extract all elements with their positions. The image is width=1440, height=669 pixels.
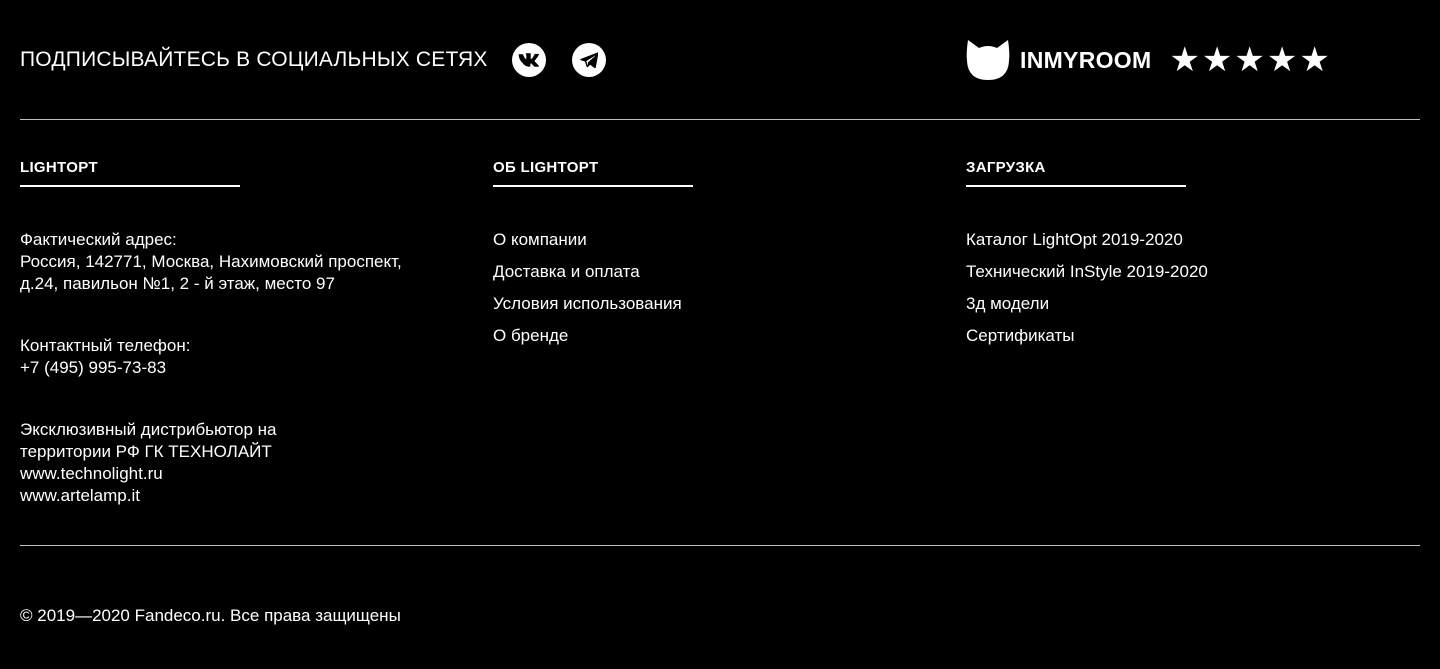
delivery-payment-link[interactable]: Доставка и оплата — [493, 262, 640, 281]
site-footer: ПОДПИСЫВАЙТЕСЬ В СОЦИАЛЬНЫХ СЕТЯХ INMYRO… — [0, 0, 1440, 669]
list-item: О компании — [493, 229, 943, 251]
column-lightopt: LIGHTOPT Фактический адрес: Россия, 1427… — [20, 158, 470, 507]
address-block: Фактический адрес: Россия, 142771, Москв… — [20, 229, 470, 295]
distributor-text: Эксклюзивный дистрибьютор на — [20, 420, 277, 439]
list-item: О бренде — [493, 325, 943, 347]
telegram-glyph — [579, 52, 598, 68]
bottom-divider — [20, 545, 1420, 546]
technolight-link[interactable]: www.technolight.ru — [20, 463, 470, 485]
3d-models-link[interactable]: 3д модели — [966, 294, 1049, 313]
phone-block: Контактный телефон: +7 (495) 995-73-83 — [20, 335, 470, 379]
column-downloads: ЗАГРУЗКА Каталог LightOpt 2019-2020 Техн… — [966, 158, 1416, 357]
top-divider — [20, 119, 1420, 120]
distributor-block: Эксклюзивный дистрибьютор на территории … — [20, 419, 470, 507]
vk-icon[interactable] — [511, 43, 546, 77]
terms-of-use-link[interactable]: Условия использования — [493, 294, 682, 313]
list-item: Условия использования — [493, 293, 943, 315]
artelamp-link[interactable]: www.artelamp.it — [20, 485, 470, 507]
inmyroom-badge[interactable]: INMYROOM ★★★★★ — [966, 38, 1332, 82]
brand-name: INMYROOM — [1020, 46, 1152, 73]
social-label: ПОДПИСЫВАЙТЕСЬ В СОЦИАЛЬНЫХ СЕТЯХ — [20, 48, 488, 71]
copyright-text: © 2019—2020 Fandeco.ru. Все права защище… — [20, 606, 401, 625]
list-item: Каталог LightOpt 2019-2020 — [966, 229, 1416, 251]
title-underline — [493, 185, 693, 187]
address-label: Фактический адрес: — [20, 230, 177, 249]
contact-info: Фактический адрес: Россия, 142771, Москв… — [20, 229, 470, 507]
list-item: 3д модели — [966, 293, 1416, 315]
column-title: ОБ LIGHTOPT — [493, 159, 599, 176]
social-bar: ПОДПИСЫВАЙТЕСЬ В СОЦИАЛЬНЫХ СЕТЯХ — [20, 40, 606, 80]
telegram-icon[interactable] — [571, 43, 606, 77]
column-title: ЗАГРУЗКА — [966, 159, 1046, 176]
phone-link[interactable]: +7 (495) 995-73-83 — [20, 357, 470, 379]
list-item: Технический InStyle 2019-2020 — [966, 261, 1416, 283]
about-brand-link[interactable]: О бренде — [493, 326, 568, 345]
catalog-link[interactable]: Каталог LightOpt 2019-2020 — [966, 230, 1183, 249]
download-links: Каталог LightOpt 2019-2020 Технический I… — [966, 229, 1416, 347]
distributor-text: территории РФ ГК ТЕХНОЛАЙТ — [20, 442, 272, 461]
certificates-link[interactable]: Сертификаты — [966, 326, 1074, 345]
list-item: Сертификаты — [966, 325, 1416, 347]
rating-stars: ★★★★★ — [1169, 41, 1332, 79]
cat-head-icon — [966, 40, 1010, 80]
technical-catalog-link[interactable]: Технический InStyle 2019-2020 — [966, 262, 1208, 281]
title-underline — [20, 185, 240, 187]
address-line: д.24, павильон №1, 2 - й этаж, место 97 — [20, 274, 335, 293]
phone-label: Контактный телефон: — [20, 336, 191, 355]
list-item: Доставка и оплата — [493, 261, 943, 283]
title-underline — [966, 185, 1186, 187]
column-about: ОБ LIGHTOPT О компании Доставка и оплата… — [493, 158, 943, 357]
vk-glyph — [518, 53, 539, 67]
about-company-link[interactable]: О компании — [493, 230, 587, 249]
column-title: LIGHTOPT — [20, 159, 98, 176]
about-links: О компании Доставка и оплата Условия исп… — [493, 229, 943, 347]
address-line: Россия, 142771, Москва, Нахимовский прос… — [20, 252, 402, 271]
